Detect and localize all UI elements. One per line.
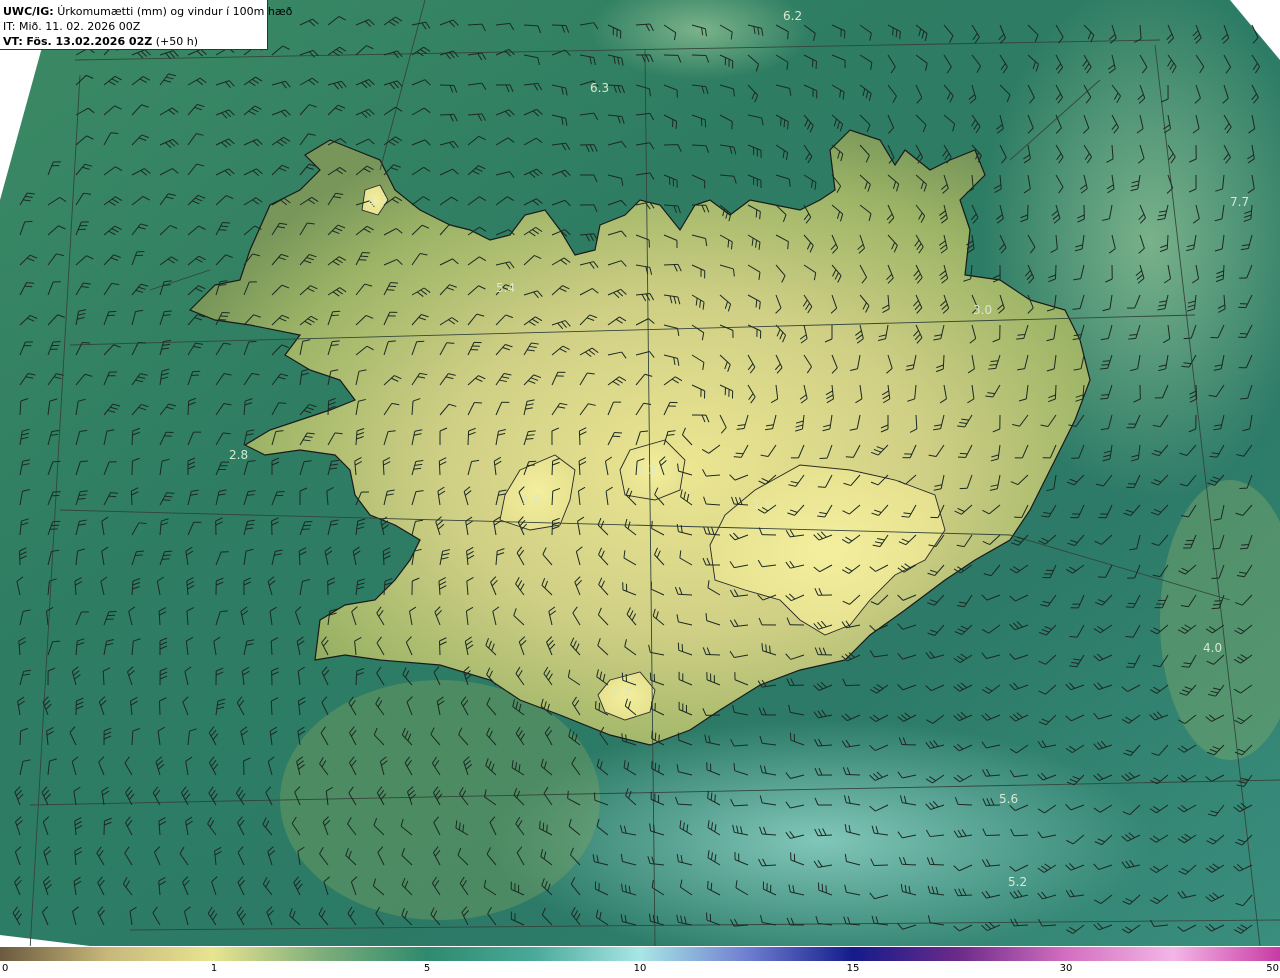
value-label: 7.7 bbox=[1230, 195, 1249, 209]
map-header: UWC/IG: Úrkomumætti (mm) og vindur í 100… bbox=[0, 0, 292, 50]
valid-time-line: VT: Fös. 13.02.2026 02Z (+50 h) bbox=[3, 34, 267, 49]
value-label: 6.2 bbox=[783, 9, 802, 23]
valid-label: VT: bbox=[3, 35, 23, 48]
value-label: 1.3 bbox=[637, 463, 656, 477]
product-code: UWC/IG: bbox=[3, 5, 54, 18]
colorbar-tick: 0 bbox=[2, 963, 9, 974]
colorbar-tick: 1 bbox=[210, 963, 218, 974]
map-canvas: 6.2 6.3 4.7 5.4 7.7 3.0 2.8 1.3 1.6 1.1 … bbox=[0, 0, 1280, 946]
forecast-map: 6.2 6.3 4.7 5.4 7.7 3.0 2.8 1.3 1.6 1.1 … bbox=[0, 0, 1280, 946]
product-description: Úrkomumætti (mm) og vindur í 100m hæð bbox=[57, 5, 293, 18]
value-label: 5.4 bbox=[496, 281, 515, 295]
issue-time: IT: Mið. 11. 02. 2026 00Z bbox=[3, 20, 141, 33]
colorbar-ticks: 0 1 5 10 15 30 50 bbox=[0, 963, 1280, 978]
value-label: 1.2 bbox=[612, 685, 631, 699]
colorbar bbox=[0, 947, 1280, 961]
colorbar-tick: 15 bbox=[846, 963, 860, 974]
colorbar-tick: 30 bbox=[1059, 963, 1073, 974]
value-label: 5.2 bbox=[1008, 875, 1027, 889]
value-label: 4.0 bbox=[1203, 641, 1222, 655]
colorbar-tick: 5 bbox=[423, 963, 431, 974]
value-label: 1.6 bbox=[522, 493, 541, 507]
title-line: UWC/IG: Úrkomumætti (mm) og vindur í 100… bbox=[3, 4, 292, 19]
value-label: 3.0 bbox=[973, 303, 992, 317]
lead-time: (+50 h) bbox=[155, 35, 198, 48]
value-label: 1.1 bbox=[752, 497, 771, 511]
value-label: 6.3 bbox=[590, 81, 609, 95]
value-label: 4.7 bbox=[368, 195, 387, 209]
colorbar-tick: 10 bbox=[633, 963, 647, 974]
value-label: 5.6 bbox=[999, 792, 1018, 806]
valid-time: Fös. 13.02.2026 02Z bbox=[26, 35, 153, 48]
value-label: 2.8 bbox=[229, 448, 248, 462]
colorbar-tick: 50 bbox=[1266, 963, 1279, 974]
